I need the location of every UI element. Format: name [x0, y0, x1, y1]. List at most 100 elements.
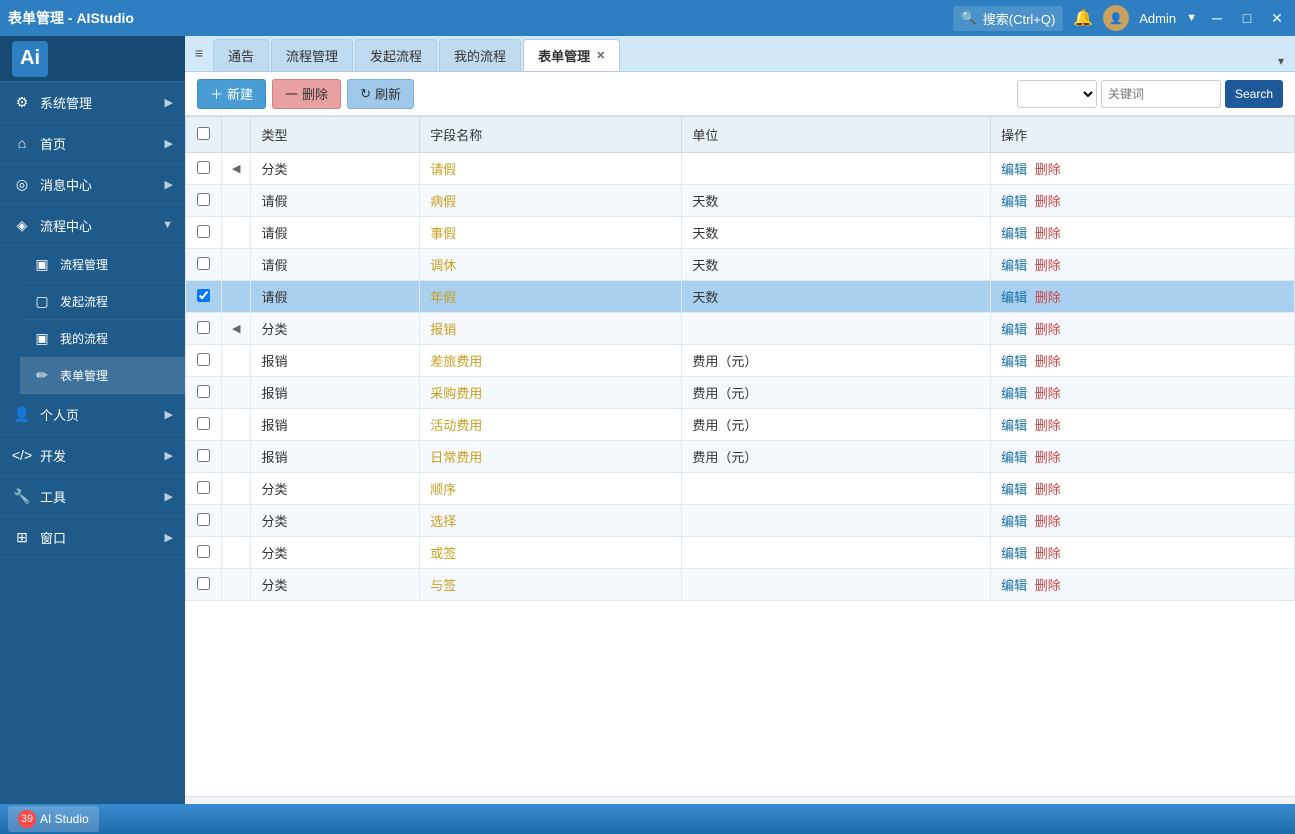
- row-checkbox[interactable]: [197, 193, 210, 206]
- row-checkbox[interactable]: [197, 289, 210, 302]
- row-checkbox[interactable]: [197, 417, 210, 430]
- delete-link[interactable]: 删除: [1035, 258, 1061, 273]
- delete-link[interactable]: 删除: [1035, 290, 1061, 305]
- field-name-cell[interactable]: 日常费用: [420, 441, 682, 473]
- field-name-cell[interactable]: 病假: [420, 185, 682, 217]
- new-button[interactable]: ＋ 新建: [197, 79, 266, 109]
- sidebar-item-window[interactable]: ⊞ 窗口 ▶: [0, 517, 185, 558]
- sidebar-item-home[interactable]: ⌂ 首页 ▶: [0, 123, 185, 164]
- delete-link[interactable]: 删除: [1035, 450, 1061, 465]
- sidebar-item-personal[interactable]: 👤 个人页 ▶: [0, 394, 185, 435]
- table-row: 请假 调休 天数 编辑 删除: [186, 249, 1295, 281]
- delete-link[interactable]: 删除: [1035, 514, 1061, 529]
- field-name-cell[interactable]: 年假: [420, 281, 682, 313]
- edit-link[interactable]: 编辑: [1001, 354, 1027, 369]
- refresh-button[interactable]: ↻ 刷新: [347, 79, 414, 109]
- delete-button[interactable]: 一 删除: [272, 79, 341, 109]
- delete-link[interactable]: 删除: [1035, 578, 1061, 593]
- tab-process-mgmt[interactable]: 流程管理: [271, 39, 353, 71]
- search-input[interactable]: [1101, 80, 1221, 108]
- select-all-checkbox[interactable]: [197, 127, 210, 140]
- dropdown-icon[interactable]: ▼: [1186, 12, 1197, 24]
- delete-link[interactable]: 删除: [1035, 418, 1061, 433]
- row-checkbox[interactable]: [197, 513, 210, 526]
- edit-link[interactable]: 编辑: [1001, 162, 1027, 177]
- edit-link[interactable]: 编辑: [1001, 578, 1027, 593]
- field-name-cell[interactable]: 差旅费用: [420, 345, 682, 377]
- edit-link[interactable]: 编辑: [1001, 226, 1027, 241]
- row-checkbox-cell: [186, 185, 222, 217]
- row-checkbox[interactable]: [197, 257, 210, 270]
- sidebar-item-form-mgmt[interactable]: ✏ 表单管理: [20, 357, 185, 394]
- row-checkbox[interactable]: [197, 577, 210, 590]
- delete-link[interactable]: 删除: [1035, 322, 1061, 337]
- tab-notice[interactable]: 通告: [213, 39, 269, 71]
- sidebar-item-dev[interactable]: </> 开发 ▶: [0, 435, 185, 476]
- row-checkbox[interactable]: [197, 545, 210, 558]
- row-checkbox[interactable]: [197, 481, 210, 494]
- edit-link[interactable]: 编辑: [1001, 290, 1027, 305]
- field-name-cell[interactable]: 请假: [420, 153, 682, 185]
- sidebar-item-message[interactable]: ◎ 消息中心 ▶: [0, 164, 185, 205]
- table-row: 分类 或签 编辑 删除: [186, 537, 1295, 569]
- tab-menu-button[interactable]: ≡: [185, 36, 213, 71]
- tab-close-icon[interactable]: ✕: [596, 49, 605, 62]
- avatar[interactable]: 👤: [1103, 5, 1129, 31]
- maximize-button[interactable]: □: [1237, 8, 1257, 28]
- sidebar-item-process-center[interactable]: ◈ 流程中心 ▼: [0, 205, 185, 246]
- tab-form-mgmt[interactable]: 表单管理 ✕: [523, 39, 620, 71]
- field-name-cell[interactable]: 或签: [420, 537, 682, 569]
- close-button[interactable]: ✕: [1267, 8, 1287, 28]
- delete-link[interactable]: 删除: [1035, 226, 1061, 241]
- row-checkbox[interactable]: [197, 225, 210, 238]
- delete-link[interactable]: 删除: [1035, 546, 1061, 561]
- field-name-cell[interactable]: 调休: [420, 249, 682, 281]
- delete-link[interactable]: 删除: [1035, 354, 1061, 369]
- delete-link[interactable]: 删除: [1035, 482, 1061, 497]
- row-checkbox[interactable]: [197, 321, 210, 334]
- bell-icon[interactable]: 🔔: [1073, 8, 1093, 28]
- row-checkbox[interactable]: [197, 353, 210, 366]
- field-name-cell[interactable]: 报销: [420, 313, 682, 345]
- expand-cell[interactable]: ◀: [222, 313, 251, 345]
- edit-link[interactable]: 编辑: [1001, 450, 1027, 465]
- delete-link[interactable]: 删除: [1035, 194, 1061, 209]
- taskbar-app-item[interactable]: 39 AI Studio: [8, 806, 99, 832]
- tab-my-process[interactable]: 我的流程: [439, 39, 521, 71]
- delete-link[interactable]: 删除: [1035, 386, 1061, 401]
- edit-link[interactable]: 编辑: [1001, 386, 1027, 401]
- field-name-cell[interactable]: 事假: [420, 217, 682, 249]
- row-checkbox[interactable]: [197, 449, 210, 462]
- sidebar-item-start-process[interactable]: ▢ 发起流程: [20, 283, 185, 320]
- edit-link[interactable]: 编辑: [1001, 514, 1027, 529]
- minimize-button[interactable]: ─: [1207, 8, 1227, 28]
- title-search-box[interactable]: 🔍 搜索(Ctrl+Q): [953, 6, 1064, 31]
- sidebar-item-tools[interactable]: 🔧 工具 ▶: [0, 476, 185, 517]
- tab-dropdown-button[interactable]: ▾: [1271, 51, 1291, 71]
- delete-link[interactable]: 删除: [1035, 162, 1061, 177]
- field-name-cell[interactable]: 活动费用: [420, 409, 682, 441]
- edit-link[interactable]: 编辑: [1001, 322, 1027, 337]
- sidebar-item-process-mgmt[interactable]: ▣ 流程管理: [20, 246, 185, 283]
- search-button[interactable]: Search: [1225, 80, 1283, 108]
- expand-cell: [222, 249, 251, 281]
- field-name-cell[interactable]: 选择: [420, 505, 682, 537]
- edit-link[interactable]: 编辑: [1001, 482, 1027, 497]
- expand-cell: [222, 569, 251, 601]
- search-category-select[interactable]: [1017, 80, 1097, 108]
- sidebar-item-my-process[interactable]: ▣ 我的流程: [20, 320, 185, 357]
- sidebar-item-system[interactable]: ⚙ 系统管理 ▶: [0, 82, 185, 123]
- edit-link[interactable]: 编辑: [1001, 194, 1027, 209]
- edit-link[interactable]: 编辑: [1001, 546, 1027, 561]
- tab-start-process[interactable]: 发起流程: [355, 39, 437, 71]
- expand-cell[interactable]: ◀: [222, 153, 251, 185]
- row-checkbox[interactable]: [197, 161, 210, 174]
- field-name-cell[interactable]: 采购费用: [420, 377, 682, 409]
- action-cell: 编辑 删除: [991, 569, 1295, 601]
- edit-link[interactable]: 编辑: [1001, 418, 1027, 433]
- field-name-cell[interactable]: 与签: [420, 569, 682, 601]
- edit-link[interactable]: 编辑: [1001, 258, 1027, 273]
- row-checkbox[interactable]: [197, 385, 210, 398]
- field-name-cell[interactable]: 顺序: [420, 473, 682, 505]
- header-action: 操作: [991, 117, 1295, 153]
